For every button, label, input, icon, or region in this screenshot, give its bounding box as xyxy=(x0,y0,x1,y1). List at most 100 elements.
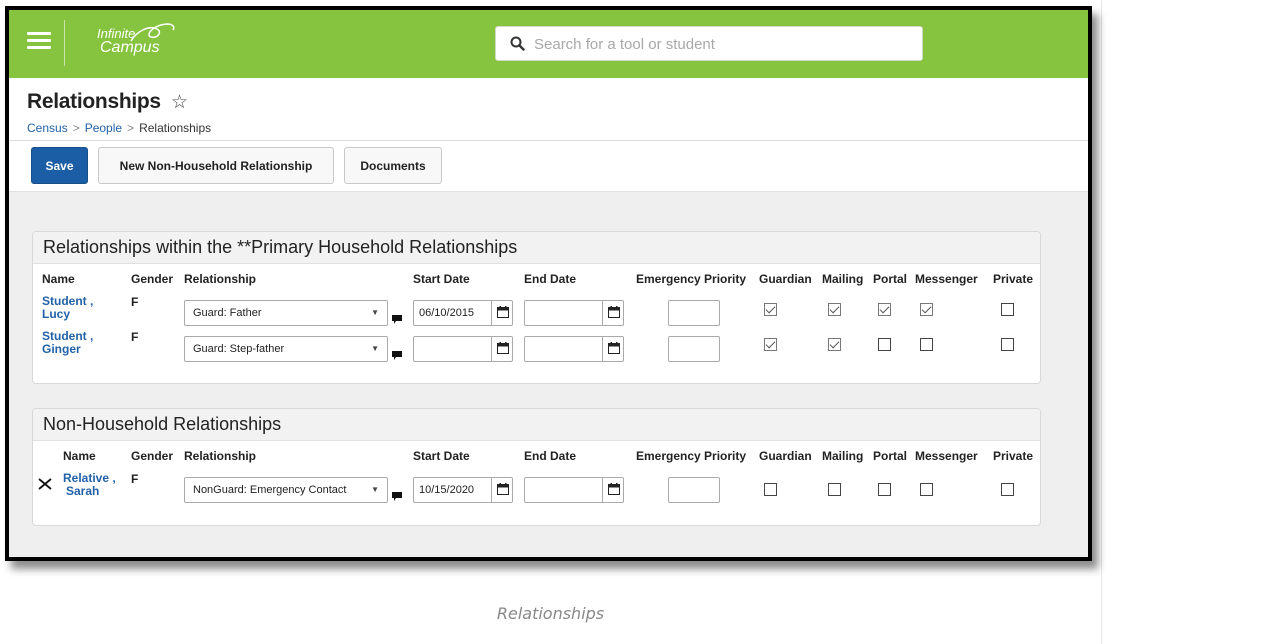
favorite-star-icon[interactable]: ☆ xyxy=(171,91,188,114)
end-date-field[interactable] xyxy=(524,336,624,362)
emergency-priority-input[interactable] xyxy=(668,336,720,362)
guardian-checkbox[interactable] xyxy=(764,483,777,496)
breadcrumb-census[interactable]: Census xyxy=(27,121,68,135)
name-first: Lucy xyxy=(42,307,71,321)
non-household-panel-heading: Non-Household Relationships xyxy=(33,409,1040,441)
breadcrumb-people[interactable]: People xyxy=(85,121,122,135)
gender-value: F xyxy=(131,330,139,344)
portal-checkbox[interactable] xyxy=(878,303,891,316)
calendar-icon[interactable] xyxy=(491,300,514,326)
emergency-priority-input[interactable] xyxy=(668,300,720,326)
dropdown-arrow-icon: ▼ xyxy=(371,485,379,494)
breadcrumb-current: Relationships xyxy=(139,121,212,135)
portal-checkbox[interactable] xyxy=(878,483,891,496)
table-row: Student , Lucy F Guard: Father ▼ xyxy=(33,294,1040,328)
start-date-field[interactable] xyxy=(413,477,513,503)
col-relationship: Relationship xyxy=(184,272,257,286)
infinite-campus-logo[interactable]: Infinite Campus xyxy=(97,23,175,56)
guardian-checkbox[interactable] xyxy=(764,303,777,316)
col-name: Name xyxy=(63,449,96,463)
person-link[interactable]: Student , Lucy xyxy=(42,295,93,321)
relationship-select[interactable]: NonGuard: Emergency Contact ▼ xyxy=(184,477,388,503)
search-box[interactable] xyxy=(495,26,923,62)
mailing-checkbox[interactable] xyxy=(828,483,841,496)
col-emergency-priority: Emergency Priority xyxy=(636,449,747,463)
chevron-right-icon: > xyxy=(72,121,80,135)
comment-icon[interactable] xyxy=(392,351,402,360)
dropdown-arrow-icon: ▼ xyxy=(371,308,379,317)
comment-icon[interactable] xyxy=(392,315,402,324)
end-date-field[interactable] xyxy=(524,477,624,503)
chevron-right-icon: > xyxy=(127,121,135,135)
gender-value: F xyxy=(131,295,139,309)
col-portal: Portal xyxy=(873,272,908,286)
app-window: Infinite Campus Relationships ☆ Census > P… xyxy=(5,6,1092,561)
col-guardian: Guardian xyxy=(759,449,812,463)
start-date-input[interactable] xyxy=(419,479,489,501)
end-date-input[interactable] xyxy=(530,479,600,501)
calendar-icon[interactable] xyxy=(602,336,625,362)
portal-checkbox[interactable] xyxy=(878,338,891,351)
end-date-field[interactable] xyxy=(524,300,624,326)
figure-caption: Relationships xyxy=(496,604,605,623)
household-panel-heading: Relationships within the **Primary House… xyxy=(33,232,1040,264)
table-row: Relative , Sarah F NonGuard: Emergency C… xyxy=(33,471,1040,505)
calendar-icon[interactable] xyxy=(602,300,625,326)
col-gender: Gender xyxy=(131,272,174,286)
relationship-select[interactable]: Guard: Father ▼ xyxy=(184,300,388,326)
relationship-value: Guard: Step-father xyxy=(193,343,285,355)
mailing-checkbox[interactable] xyxy=(828,338,841,351)
private-checkbox[interactable] xyxy=(1001,303,1014,316)
non-household-relationships-panel: Non-Household Relationships Name Gender … xyxy=(32,408,1041,526)
col-guardian: Guardian xyxy=(759,272,812,286)
messenger-checkbox[interactable] xyxy=(920,338,933,351)
documents-button[interactable]: Documents xyxy=(344,147,442,184)
calendar-icon[interactable] xyxy=(602,477,625,503)
start-date-input[interactable] xyxy=(419,338,489,360)
person-link[interactable]: Relative , Sarah xyxy=(63,472,116,498)
top-bar: Infinite Campus xyxy=(9,10,1088,78)
start-date-input[interactable] xyxy=(419,302,489,324)
col-portal: Portal xyxy=(873,449,908,463)
name-first: Sarah xyxy=(66,484,100,498)
page-margin xyxy=(1101,0,1269,644)
start-date-field[interactable] xyxy=(413,300,513,326)
action-toolbar: Save New Non-Household Relationship Docu… xyxy=(9,141,1088,192)
end-date-input[interactable] xyxy=(530,302,600,324)
search-input[interactable] xyxy=(532,27,916,62)
save-button[interactable]: Save xyxy=(31,147,88,184)
private-checkbox[interactable] xyxy=(1001,483,1014,496)
search-icon xyxy=(510,36,525,51)
gender-value: F xyxy=(131,472,139,486)
page-title: Relationships xyxy=(27,90,161,113)
menu-divider xyxy=(64,20,65,66)
new-non-household-relationship-button[interactable]: New Non-Household Relationship xyxy=(98,147,334,184)
relationship-value: Guard: Father xyxy=(193,307,262,319)
col-relationship: Relationship xyxy=(184,449,257,463)
col-end-date: End Date xyxy=(524,449,577,463)
messenger-checkbox[interactable] xyxy=(920,483,933,496)
emergency-priority-input[interactable] xyxy=(668,477,720,503)
col-messenger: Messenger xyxy=(915,449,978,463)
mailing-checkbox[interactable] xyxy=(828,303,841,316)
comment-icon[interactable] xyxy=(392,492,402,501)
col-gender: Gender xyxy=(131,449,174,463)
start-date-field[interactable] xyxy=(413,336,513,362)
page-header: Relationships ☆ Census > People > Relationsh… xyxy=(9,78,1088,141)
relationship-select[interactable]: Guard: Step-father ▼ xyxy=(184,336,388,362)
col-mailing: Mailing xyxy=(822,272,864,286)
col-private: Private xyxy=(993,449,1034,463)
col-start-date: Start Date xyxy=(413,449,470,463)
calendar-icon[interactable] xyxy=(491,336,514,362)
calendar-icon[interactable] xyxy=(491,477,514,503)
delete-x-icon[interactable] xyxy=(38,477,52,491)
hamburger-menu-icon[interactable] xyxy=(27,26,51,54)
guardian-checkbox[interactable] xyxy=(764,338,777,351)
col-emergency-priority: Emergency Priority xyxy=(636,272,747,286)
person-link[interactable]: Student , Ginger xyxy=(42,330,93,356)
dropdown-arrow-icon: ▼ xyxy=(371,344,379,353)
end-date-input[interactable] xyxy=(530,338,600,360)
private-checkbox[interactable] xyxy=(1001,338,1014,351)
logo-swoosh-icon xyxy=(130,23,175,42)
messenger-checkbox[interactable] xyxy=(920,303,933,316)
